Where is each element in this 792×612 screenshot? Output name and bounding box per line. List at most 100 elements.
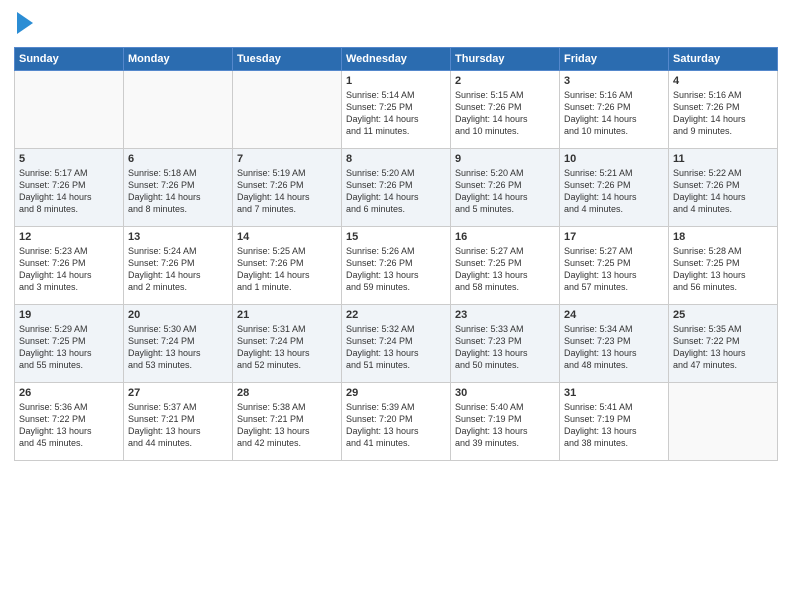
cell-content: Sunrise: 5:17 AM Sunset: 7:26 PM Dayligh… xyxy=(19,167,119,216)
calendar-cell: 27Sunrise: 5:37 AM Sunset: 7:21 PM Dayli… xyxy=(124,383,233,461)
cell-content: Sunrise: 5:33 AM Sunset: 7:23 PM Dayligh… xyxy=(455,323,555,372)
calendar-cell: 4 Sunrise: 5:16 AM Sunset: 7:26 PM Daylig… xyxy=(669,71,778,149)
header-cell-wednesday: Wednesday xyxy=(342,48,451,71)
cell-content: Sunrise: 5:31 AM Sunset: 7:24 PM Dayligh… xyxy=(237,323,337,372)
calendar-cell: 20 Sunrise: 5:30 AM Sunset: 7:24 PM Dayli… xyxy=(124,305,233,383)
cell-content: Sunrise: 5:29 AM Sunset: 7:25 PM Dayligh… xyxy=(19,323,119,372)
logo-text xyxy=(14,10,33,39)
cell-content: Sunrise: 5:16 AM Sunset: 7:26 PM Dayligh… xyxy=(564,89,664,138)
calendar-cell: 25Sunrise: 5:35 AM Sunset: 7:22 PM Dayli… xyxy=(669,305,778,383)
cell-content: Sunrise: 5:32 AM Sunset: 7:24 PM Dayligh… xyxy=(346,323,446,372)
day-number: 9 xyxy=(455,153,555,165)
cell-content: Sunrise: 5:30 AM Sunset: 7:24 PM Dayligh… xyxy=(128,323,228,372)
cell-content: Sunrise: 5:36 AM Sunset: 7:22 PM Dayligh… xyxy=(19,401,119,450)
calendar-body: 1Sunrise: 5:14 AM Sunset: 7:25 PM Daylig… xyxy=(15,71,778,461)
cell-content: Sunrise: 5:18 AM Sunset: 7:26 PM Dayligh… xyxy=(128,167,228,216)
day-number: 14 xyxy=(237,231,337,243)
day-number: 4 xyxy=(673,75,773,87)
calendar-cell xyxy=(15,71,124,149)
day-number: 19 xyxy=(19,309,119,321)
header-cell-thursday: Thursday xyxy=(451,48,560,71)
day-number: 23 xyxy=(455,309,555,321)
header-cell-sunday: Sunday xyxy=(15,48,124,71)
cell-content: Sunrise: 5:21 AM Sunset: 7:26 PM Dayligh… xyxy=(564,167,664,216)
cell-content: Sunrise: 5:26 AM Sunset: 7:26 PM Dayligh… xyxy=(346,245,446,294)
cell-content: Sunrise: 5:25 AM Sunset: 7:26 PM Dayligh… xyxy=(237,245,337,294)
day-number: 29 xyxy=(346,387,446,399)
cell-content: Sunrise: 5:19 AM Sunset: 7:26 PM Dayligh… xyxy=(237,167,337,216)
header xyxy=(14,10,778,39)
calendar-cell: 13Sunrise: 5:24 AM Sunset: 7:26 PM Dayli… xyxy=(124,227,233,305)
day-number: 8 xyxy=(346,153,446,165)
cell-content: Sunrise: 5:23 AM Sunset: 7:26 PM Dayligh… xyxy=(19,245,119,294)
calendar-cell: 6 Sunrise: 5:18 AM Sunset: 7:26 PM Daylig… xyxy=(124,149,233,227)
day-number: 18 xyxy=(673,231,773,243)
day-number: 13 xyxy=(128,231,228,243)
header-cell-friday: Friday xyxy=(560,48,669,71)
day-number: 16 xyxy=(455,231,555,243)
cell-content: Sunrise: 5:38 AM Sunset: 7:21 PM Dayligh… xyxy=(237,401,337,450)
calendar-cell: 16 Sunrise: 5:27 AM Sunset: 7:25 PM Dayli… xyxy=(451,227,560,305)
day-number: 6 xyxy=(128,153,228,165)
calendar-cell: 18Sunrise: 5:28 AM Sunset: 7:25 PM Dayli… xyxy=(669,227,778,305)
day-number: 20 xyxy=(128,309,228,321)
calendar-cell: 7Sunrise: 5:19 AM Sunset: 7:26 PM Daylig… xyxy=(233,149,342,227)
calendar-week-5: 26 Sunrise: 5:36 AM Sunset: 7:22 PM Dayli… xyxy=(15,383,778,461)
calendar-cell xyxy=(124,71,233,149)
cell-content: Sunrise: 5:20 AM Sunset: 7:26 PM Dayligh… xyxy=(455,167,555,216)
calendar-cell: 9 Sunrise: 5:20 AM Sunset: 7:26 PM Daylig… xyxy=(451,149,560,227)
header-cell-saturday: Saturday xyxy=(669,48,778,71)
calendar-week-2: 5 Sunrise: 5:17 AM Sunset: 7:26 PM Daylig… xyxy=(15,149,778,227)
header-cell-monday: Monday xyxy=(124,48,233,71)
day-number: 17 xyxy=(564,231,664,243)
cell-content: Sunrise: 5:27 AM Sunset: 7:25 PM Dayligh… xyxy=(564,245,664,294)
logo xyxy=(14,10,33,39)
cell-content: Sunrise: 5:15 AM Sunset: 7:26 PM Dayligh… xyxy=(455,89,555,138)
day-number: 31 xyxy=(564,387,664,399)
day-number: 3 xyxy=(564,75,664,87)
calendar-cell: 23 Sunrise: 5:33 AM Sunset: 7:23 PM Dayli… xyxy=(451,305,560,383)
day-number: 1 xyxy=(346,75,446,87)
calendar-cell: 26 Sunrise: 5:36 AM Sunset: 7:22 PM Dayli… xyxy=(15,383,124,461)
calendar-cell: 12Sunrise: 5:23 AM Sunset: 7:26 PM Dayli… xyxy=(15,227,124,305)
cell-content: Sunrise: 5:39 AM Sunset: 7:20 PM Dayligh… xyxy=(346,401,446,450)
day-number: 22 xyxy=(346,309,446,321)
day-number: 25 xyxy=(673,309,773,321)
calendar-cell: 5 Sunrise: 5:17 AM Sunset: 7:26 PM Daylig… xyxy=(15,149,124,227)
calendar-cell: 14 Sunrise: 5:25 AM Sunset: 7:26 PM Dayli… xyxy=(233,227,342,305)
calendar-cell: 1Sunrise: 5:14 AM Sunset: 7:25 PM Daylig… xyxy=(342,71,451,149)
calendar-cell: 15 Sunrise: 5:26 AM Sunset: 7:26 PM Dayli… xyxy=(342,227,451,305)
day-number: 30 xyxy=(455,387,555,399)
calendar-cell xyxy=(233,71,342,149)
calendar-cell: 21Sunrise: 5:31 AM Sunset: 7:24 PM Dayli… xyxy=(233,305,342,383)
calendar-cell: 19 Sunrise: 5:29 AM Sunset: 7:25 PM Dayli… xyxy=(15,305,124,383)
cell-content: Sunrise: 5:41 AM Sunset: 7:19 PM Dayligh… xyxy=(564,401,664,450)
header-row: SundayMondayTuesdayWednesdayThursdayFrid… xyxy=(15,48,778,71)
day-number: 5 xyxy=(19,153,119,165)
calendar-cell: 11 Sunrise: 5:22 AM Sunset: 7:26 PM Dayli… xyxy=(669,149,778,227)
cell-content: Sunrise: 5:27 AM Sunset: 7:25 PM Dayligh… xyxy=(455,245,555,294)
calendar-cell: 29 Sunrise: 5:39 AM Sunset: 7:20 PM Dayli… xyxy=(342,383,451,461)
calendar-cell: 10 Sunrise: 5:21 AM Sunset: 7:26 PM Dayli… xyxy=(560,149,669,227)
calendar-cell: 22 Sunrise: 5:32 AM Sunset: 7:24 PM Dayli… xyxy=(342,305,451,383)
day-number: 28 xyxy=(237,387,337,399)
cell-content: Sunrise: 5:16 AM Sunset: 7:26 PM Dayligh… xyxy=(673,89,773,138)
logo-arrow-icon xyxy=(17,12,33,34)
day-number: 10 xyxy=(564,153,664,165)
calendar-week-3: 12Sunrise: 5:23 AM Sunset: 7:26 PM Dayli… xyxy=(15,227,778,305)
calendar-cell: 30 Sunrise: 5:40 AM Sunset: 7:19 PM Dayli… xyxy=(451,383,560,461)
calendar-table: SundayMondayTuesdayWednesdayThursdayFrid… xyxy=(14,47,778,461)
cell-content: Sunrise: 5:22 AM Sunset: 7:26 PM Dayligh… xyxy=(673,167,773,216)
cell-content: Sunrise: 5:40 AM Sunset: 7:19 PM Dayligh… xyxy=(455,401,555,450)
cell-content: Sunrise: 5:34 AM Sunset: 7:23 PM Dayligh… xyxy=(564,323,664,372)
calendar-cell: 28 Sunrise: 5:38 AM Sunset: 7:21 PM Dayli… xyxy=(233,383,342,461)
calendar-cell: 2 Sunrise: 5:15 AM Sunset: 7:26 PM Daylig… xyxy=(451,71,560,149)
day-number: 2 xyxy=(455,75,555,87)
calendar-cell: 17 Sunrise: 5:27 AM Sunset: 7:25 PM Dayli… xyxy=(560,227,669,305)
day-number: 15 xyxy=(346,231,446,243)
calendar-cell: 8Sunrise: 5:20 AM Sunset: 7:26 PM Daylig… xyxy=(342,149,451,227)
calendar-cell: 24Sunrise: 5:34 AM Sunset: 7:23 PM Dayli… xyxy=(560,305,669,383)
day-number: 11 xyxy=(673,153,773,165)
calendar-cell: 31 Sunrise: 5:41 AM Sunset: 7:19 PM Dayli… xyxy=(560,383,669,461)
day-number: 26 xyxy=(19,387,119,399)
